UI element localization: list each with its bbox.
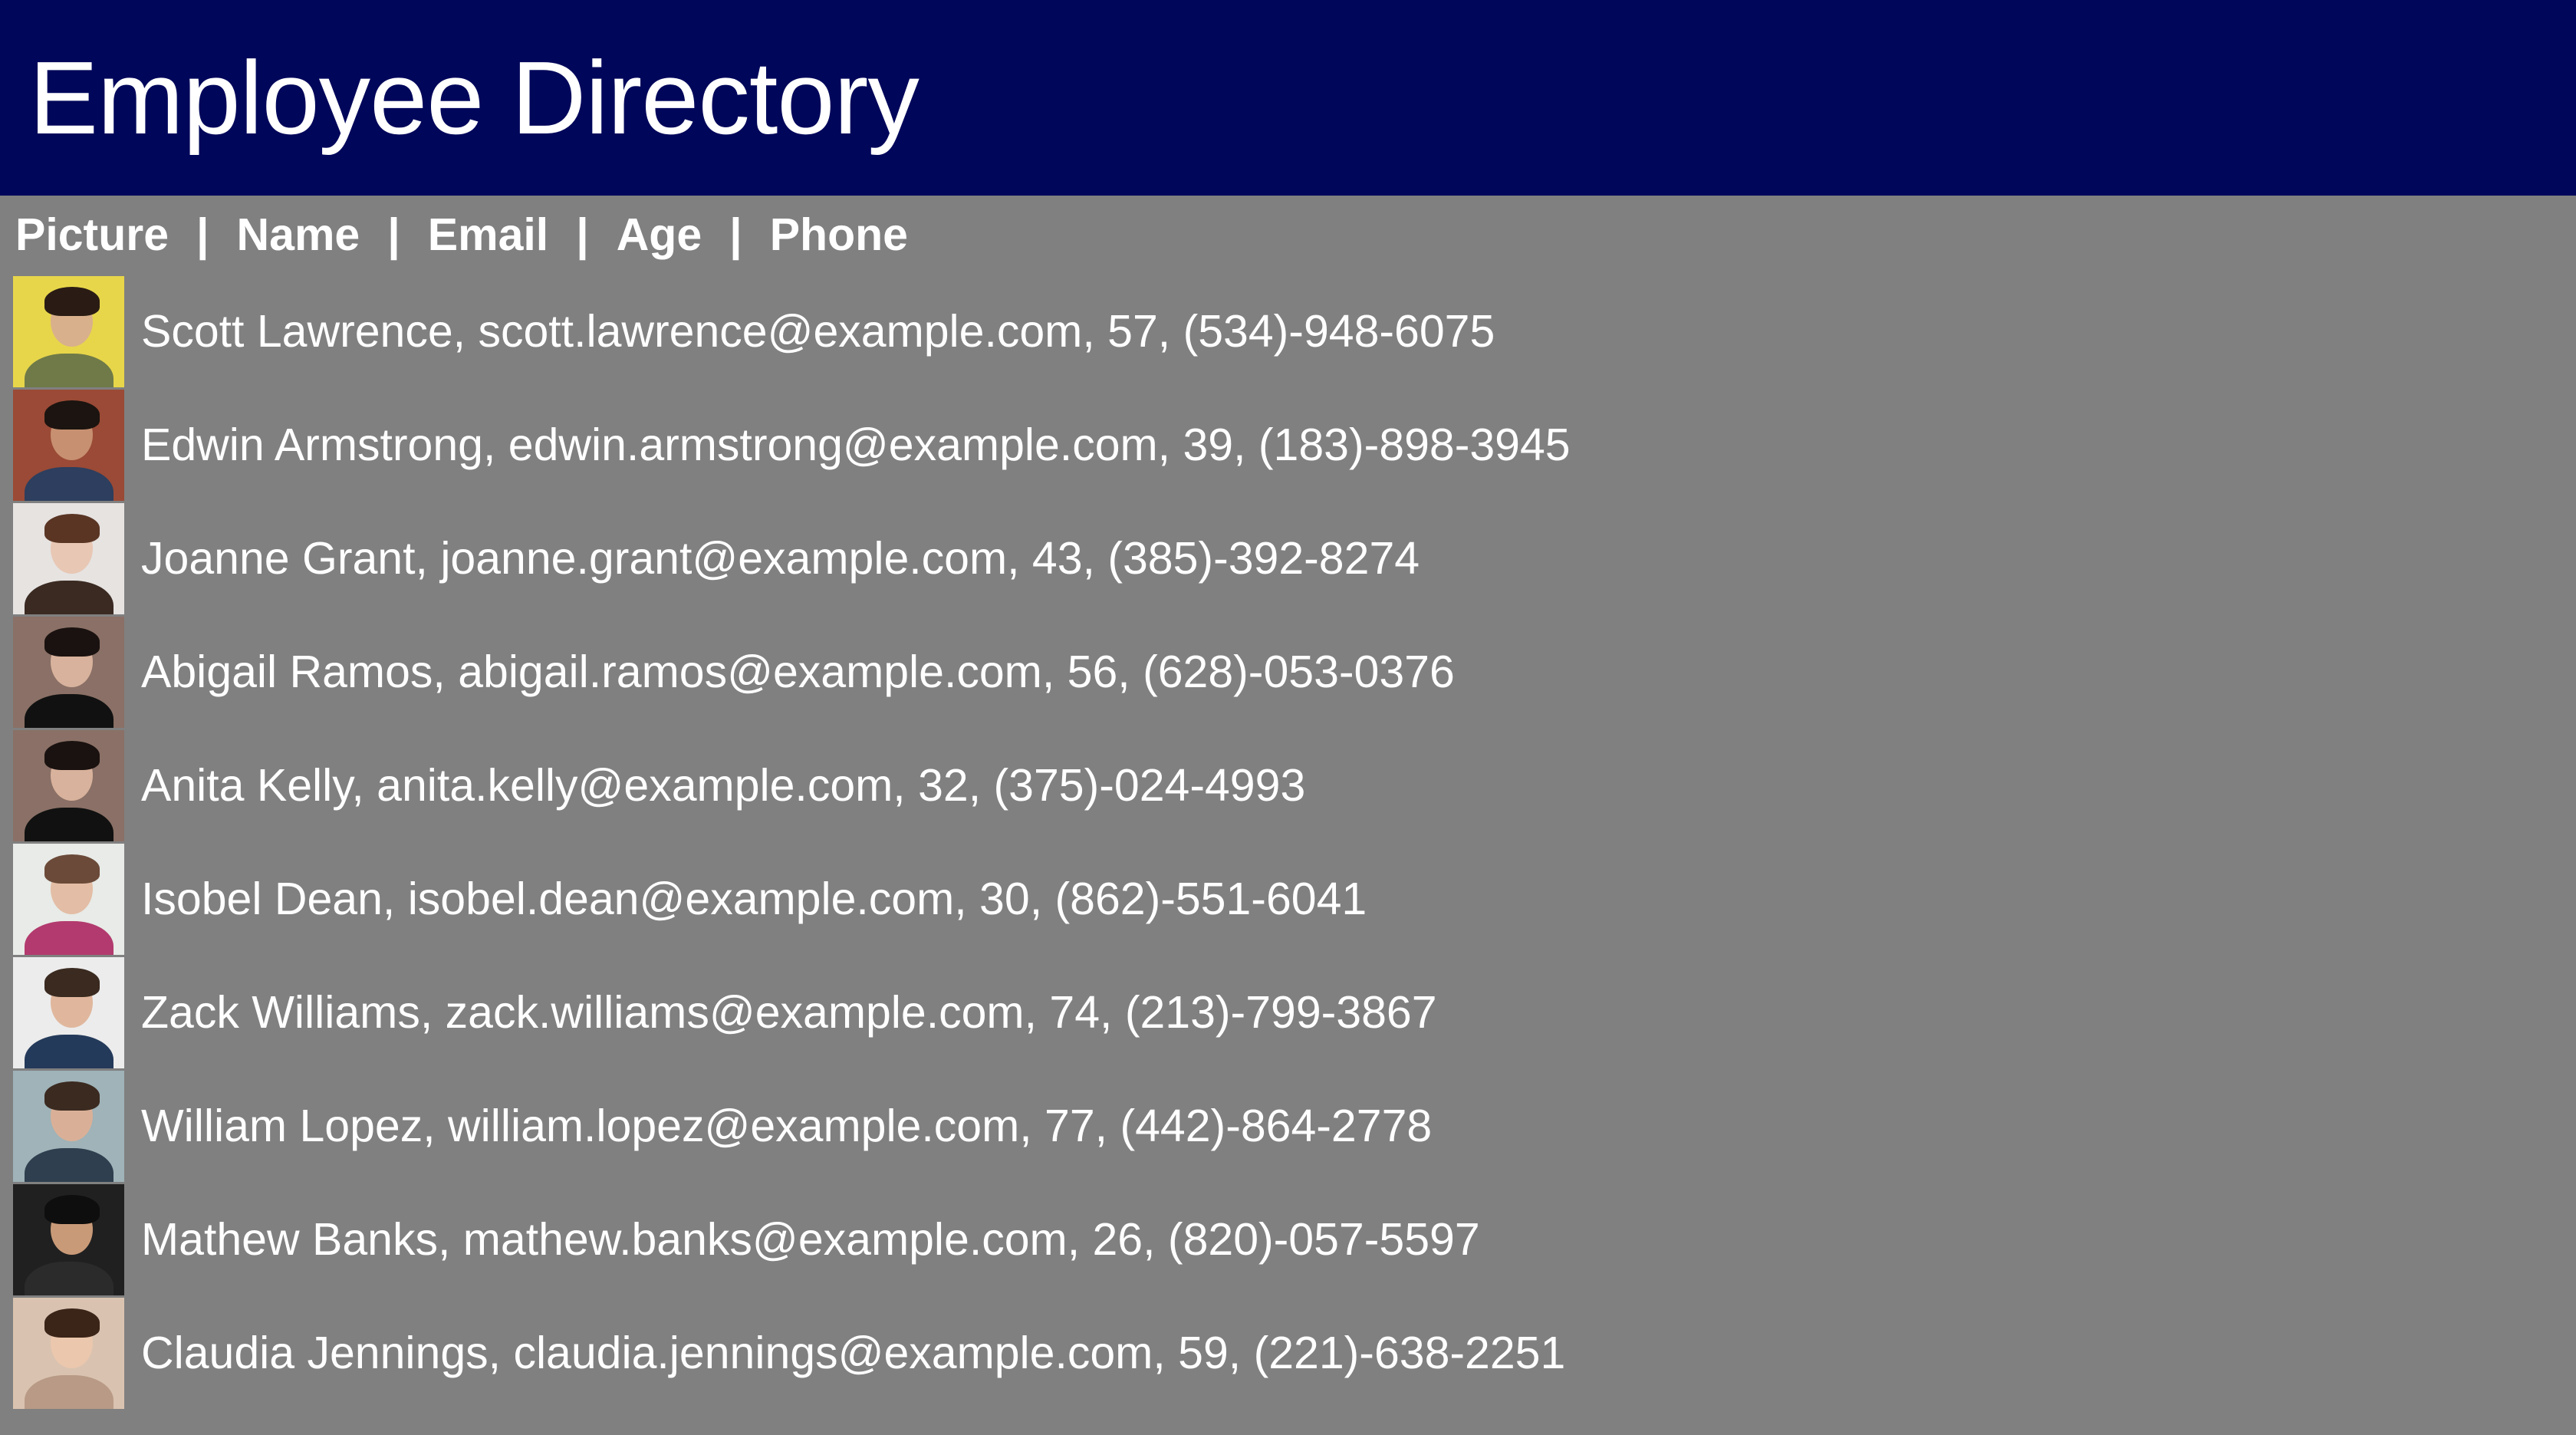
employee-age: 57 bbox=[1107, 306, 1183, 357]
employee-phone: (385)-392-8274 bbox=[1107, 533, 1420, 584]
employee-phone: (442)-864-2778 bbox=[1120, 1101, 1433, 1151]
employee-name: Edwin Armstrong bbox=[141, 420, 508, 470]
employee-phone: (862)-551-6041 bbox=[1054, 874, 1367, 924]
employee-name: Abigail Ramos bbox=[141, 647, 458, 697]
employee-avatar bbox=[13, 502, 124, 614]
employee-row: Mathew Banksmathew.banks@example.com26(8… bbox=[13, 1183, 2576, 1296]
column-separator: | bbox=[729, 209, 742, 260]
app-header: Employee Directory bbox=[0, 0, 2576, 196]
employee-name: Scott Lawrence bbox=[141, 306, 478, 357]
employee-avatar bbox=[13, 1297, 124, 1409]
employee-phone: (183)-898-3945 bbox=[1258, 420, 1571, 470]
employee-row: William Lopezwilliam.lopez@example.com77… bbox=[13, 1069, 2576, 1183]
employee-age: 39 bbox=[1183, 420, 1258, 470]
employee-email: abigail.ramos@example.com bbox=[458, 647, 1067, 697]
employee-email: isobel.dean@example.com bbox=[408, 874, 979, 924]
employee-row: Edwin Armstrongedwin.armstrong@example.c… bbox=[13, 388, 2576, 502]
employee-phone: (534)-948-6075 bbox=[1183, 306, 1495, 357]
employee-email: joanne.grant@example.com bbox=[440, 533, 1032, 584]
employee-phone: (820)-057-5597 bbox=[1167, 1214, 1480, 1265]
employee-name: Mathew Banks bbox=[141, 1214, 463, 1265]
employee-email: claudia.jennings@example.com bbox=[513, 1328, 1178, 1378]
employee-row: Joanne Grantjoanne.grant@example.com43(3… bbox=[13, 502, 2576, 615]
employee-email: mathew.banks@example.com bbox=[463, 1214, 1093, 1265]
employee-email: zack.williams@example.com bbox=[446, 987, 1050, 1038]
employee-avatar bbox=[13, 956, 124, 1068]
column-separator: | bbox=[196, 209, 209, 260]
employee-row: Abigail Ramosabigail.ramos@example.com56… bbox=[13, 615, 2576, 729]
employee-row: Anita Kellyanita.kelly@example.com32(375… bbox=[13, 729, 2576, 842]
employee-age: 30 bbox=[979, 874, 1054, 924]
employee-email: scott.lawrence@example.com bbox=[478, 306, 1107, 357]
employee-age: 43 bbox=[1032, 533, 1107, 584]
column-headers: Picture | Name | Email | Age | Phone bbox=[0, 206, 2576, 263]
employee-avatar bbox=[13, 843, 124, 955]
employee-row: Zack Williamszack.williams@example.com74… bbox=[13, 956, 2576, 1069]
column-separator: | bbox=[387, 209, 400, 260]
employee-name: Joanne Grant bbox=[141, 533, 440, 584]
column-header-picture: Picture bbox=[15, 209, 169, 260]
employee-email: anita.kelly@example.com bbox=[377, 760, 918, 811]
column-header-phone: Phone bbox=[769, 209, 908, 260]
column-separator: | bbox=[576, 209, 589, 260]
employee-phone: (628)-053-0376 bbox=[1143, 647, 1455, 697]
employee-row: Claudia Jenningsclaudia.jennings@example… bbox=[13, 1296, 2576, 1410]
page-title: Employee Directory bbox=[29, 40, 920, 156]
employee-list: Scott Lawrencescott.lawrence@example.com… bbox=[0, 275, 2576, 1410]
employee-phone: (375)-024-4993 bbox=[993, 760, 1306, 811]
employee-avatar bbox=[13, 1070, 124, 1182]
employee-phone: (213)-799-3867 bbox=[1124, 987, 1437, 1038]
employee-email: edwin.armstrong@example.com bbox=[508, 420, 1183, 470]
employee-phone: (221)-638-2251 bbox=[1253, 1328, 1566, 1378]
employee-avatar bbox=[13, 1183, 124, 1295]
employee-name: Claudia Jennings bbox=[141, 1328, 513, 1378]
column-header-age: Age bbox=[616, 209, 702, 260]
employee-age: 26 bbox=[1092, 1214, 1167, 1265]
employee-age: 77 bbox=[1045, 1101, 1120, 1151]
employee-age: 56 bbox=[1068, 647, 1143, 697]
employee-name: William Lopez bbox=[141, 1101, 448, 1151]
employee-email: william.lopez@example.com bbox=[448, 1101, 1045, 1151]
employee-avatar bbox=[13, 275, 124, 387]
employee-age: 74 bbox=[1049, 987, 1124, 1038]
employee-avatar bbox=[13, 389, 124, 501]
column-header-name: Name bbox=[236, 209, 360, 260]
employee-row: Scott Lawrencescott.lawrence@example.com… bbox=[13, 275, 2576, 388]
employee-row: Isobel Deanisobel.dean@example.com30(862… bbox=[13, 842, 2576, 956]
employee-name: Zack Williams bbox=[141, 987, 446, 1038]
employee-age: 32 bbox=[918, 760, 993, 811]
column-header-email: Email bbox=[427, 209, 549, 260]
employee-name: Isobel Dean bbox=[141, 874, 408, 924]
employee-age: 59 bbox=[1178, 1328, 1253, 1378]
employee-name: Anita Kelly bbox=[141, 760, 377, 811]
employee-avatar bbox=[13, 729, 124, 841]
employee-avatar bbox=[13, 616, 124, 728]
